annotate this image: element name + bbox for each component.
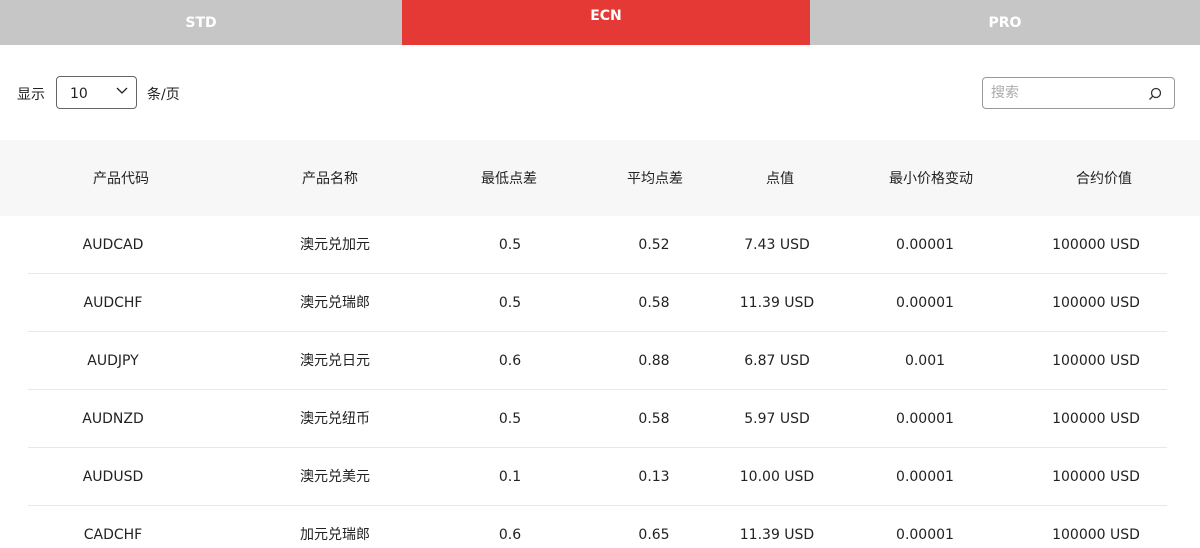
cell-contract-value: 100000 USD	[1052, 411, 1140, 427]
cell-avg-spread: 0.88	[638, 353, 670, 369]
cell-product-name: 澳元兑瑞郎	[300, 295, 370, 311]
chevron-down-icon	[116, 87, 128, 94]
table-row[interactable]: AUDCHF 澳元兑瑞郎 0.5 0.58 11.39 USD 0.00001 …	[0, 274, 1200, 332]
cell-min-tick: 0.00001	[896, 469, 954, 485]
cell-contract-value: 100000 USD	[1052, 295, 1140, 311]
cell-min-tick: 0.00001	[896, 295, 954, 311]
cell-min-spread: 0.6	[498, 353, 522, 369]
cell-contract-value: 100000 USD	[1052, 237, 1140, 253]
tab-std[interactable]: STD	[0, 0, 402, 45]
header-pip-value[interactable]: 点值	[766, 170, 794, 188]
cell-min-spread: 0.6	[498, 527, 522, 543]
cell-pip-value: 7.43 USD	[744, 237, 810, 253]
header-min-tick[interactable]: 最小价格变动	[889, 170, 973, 188]
cell-product-name: 澳元兑加元	[300, 237, 370, 253]
cell-min-tick: 0.001	[904, 353, 946, 369]
cell-product-code: AUDUSD	[82, 469, 144, 485]
account-type-tabs: STD ECN PRO	[0, 0, 1200, 45]
cell-avg-spread: 0.13	[638, 469, 670, 485]
show-label: 显示	[17, 87, 45, 103]
cell-pip-value: 11.39 USD	[739, 295, 815, 311]
cell-avg-spread: 0.58	[638, 295, 670, 311]
cell-avg-spread: 0.65	[638, 527, 670, 543]
cell-pip-value: 6.87 USD	[744, 353, 810, 369]
cell-product-code: AUDCAD	[82, 237, 144, 253]
cell-product-name: 澳元兑日元	[300, 353, 370, 369]
header-min-spread[interactable]: 最低点差	[481, 170, 537, 188]
cell-min-spread: 0.5	[498, 237, 522, 253]
table-row[interactable]: AUDCAD 澳元兑加元 0.5 0.52 7.43 USD 0.00001 1…	[0, 216, 1200, 274]
cell-product-code: AUDNZD	[82, 411, 144, 427]
header-contract-value[interactable]: 合约价值	[1076, 170, 1132, 188]
tab-ecn[interactable]: ECN	[402, 0, 810, 45]
cell-min-tick: 0.00001	[896, 527, 954, 543]
header-product-code[interactable]: 产品代码	[93, 170, 149, 188]
cell-min-spread: 0.5	[498, 411, 522, 427]
per-page-label: 条/页	[147, 87, 180, 103]
cell-product-name: 澳元兑美元	[300, 469, 370, 485]
table-row[interactable]: CADCHF 加元兑瑞郎 0.6 0.65 11.39 USD 0.00001 …	[0, 506, 1200, 548]
tab-pro[interactable]: PRO	[810, 0, 1200, 45]
cell-pip-value: 10.00 USD	[739, 469, 815, 485]
header-avg-spread[interactable]: 平均点差	[627, 170, 683, 188]
cell-min-tick: 0.00001	[896, 237, 954, 253]
cell-product-name: 加元兑瑞郎	[300, 527, 370, 543]
cell-product-name: 澳元兑纽币	[300, 411, 370, 427]
search-input[interactable]	[983, 78, 1143, 108]
table-row[interactable]: AUDJPY 澳元兑日元 0.6 0.88 6.87 USD 0.001 100…	[0, 332, 1200, 390]
page-size-value: 10	[70, 86, 88, 102]
cell-avg-spread: 0.52	[638, 237, 670, 253]
page-size-select[interactable]: 10	[56, 76, 137, 109]
cell-pip-value: 11.39 USD	[739, 527, 815, 543]
cell-min-spread: 0.1	[498, 469, 522, 485]
header-product-name[interactable]: 产品名称	[302, 170, 358, 188]
search-icon[interactable]	[1147, 86, 1163, 102]
cell-product-code: CADCHF	[83, 527, 143, 543]
search-box	[982, 77, 1175, 109]
cell-contract-value: 100000 USD	[1052, 469, 1140, 485]
cell-product-code: AUDCHF	[83, 295, 143, 311]
table-row[interactable]: AUDNZD 澳元兑纽币 0.5 0.58 5.97 USD 0.00001 1…	[0, 390, 1200, 448]
table-header: 产品代码 产品名称 最低点差 平均点差 点值 最小价格变动 合约价值	[0, 140, 1200, 216]
cell-pip-value: 5.97 USD	[744, 411, 810, 427]
cell-product-code: AUDJPY	[87, 353, 139, 369]
cell-min-tick: 0.00001	[896, 411, 954, 427]
table-row[interactable]: AUDUSD 澳元兑美元 0.1 0.13 10.00 USD 0.00001 …	[0, 448, 1200, 506]
cell-min-spread: 0.5	[498, 295, 522, 311]
cell-contract-value: 100000 USD	[1052, 353, 1140, 369]
cell-contract-value: 100000 USD	[1052, 527, 1140, 543]
cell-avg-spread: 0.58	[638, 411, 670, 427]
